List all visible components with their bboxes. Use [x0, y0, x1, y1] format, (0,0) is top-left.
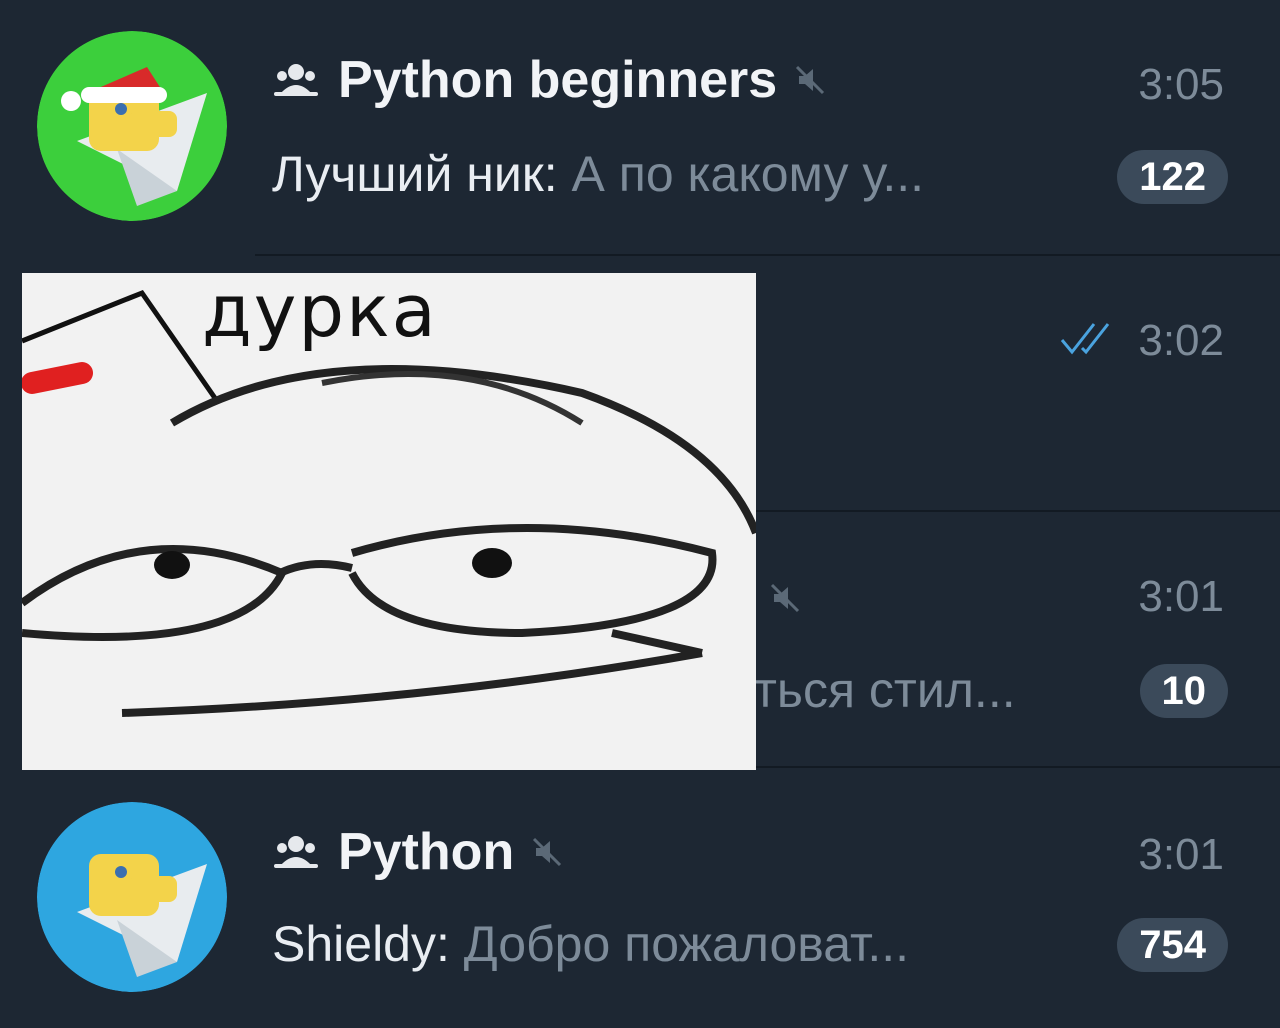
message-sender: Лучший ник:	[272, 146, 558, 202]
mute-icon	[533, 837, 562, 867]
message-text: Добро пожаловат...	[463, 916, 910, 972]
meme-overlay-image: дурка	[22, 273, 756, 770]
unread-badge: 10	[1139, 664, 1228, 718]
chat-title: Python beginners	[272, 50, 827, 110]
chat-time: 3:02	[1138, 316, 1224, 365]
chat-list-item[interactable]: Python beginners 3:05 Лучший ник: А по к…	[0, 0, 1280, 258]
chat-time: 3:01	[1138, 572, 1224, 621]
chat-title-text: Python	[338, 823, 515, 881]
mute-icon	[796, 65, 825, 95]
unread-badge: 754	[1117, 918, 1228, 972]
python-telegram-icon	[37, 802, 227, 992]
chat-avatar	[37, 31, 227, 221]
chat-time: 3:01	[1138, 830, 1224, 879]
chat-time: 3:05	[1138, 60, 1224, 109]
message-text: А по какому у...	[571, 146, 925, 202]
double-check-icon	[1060, 323, 1110, 355]
mute-icon	[770, 583, 800, 613]
chat-preview: Лучший ник: А по какому у...	[272, 142, 924, 206]
chat-preview: Shieldy: Добро пожаловат...	[272, 912, 909, 976]
meme-caption: дурка	[202, 273, 438, 353]
message-text: ться стил...	[754, 662, 1016, 718]
chat-title	[752, 568, 802, 628]
group-icon	[274, 64, 318, 96]
chat-avatar	[37, 802, 227, 992]
chat-preview: ться стил...	[754, 658, 1016, 722]
python-telegram-santa-icon	[37, 31, 227, 221]
chat-title: Python	[272, 822, 564, 882]
message-sender: Shieldy:	[272, 916, 450, 972]
group-icon	[274, 836, 318, 868]
chat-list-item[interactable]: Python 3:01 Shieldy: Добро пожаловат... …	[0, 770, 1280, 1028]
chat-title-text: Python beginners	[338, 51, 778, 109]
unread-badge: 122	[1117, 150, 1228, 204]
